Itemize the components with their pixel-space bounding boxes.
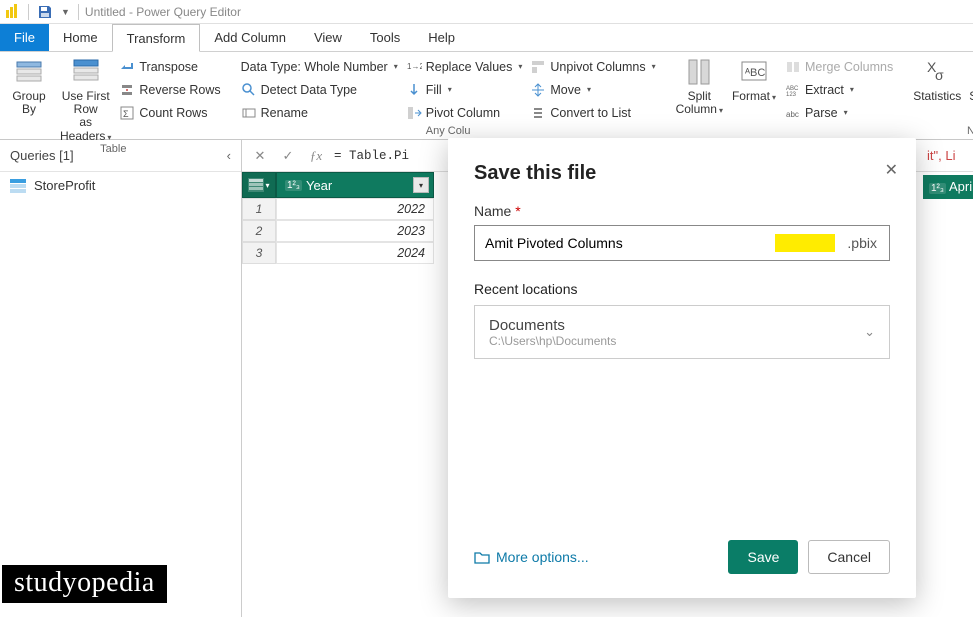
use-first-row-button[interactable]: Use First Row as Headers▾ — [60, 56, 111, 143]
cell[interactable]: 2024 — [276, 242, 434, 264]
group-label-table: Table — [0, 143, 227, 157]
collapse-panel-icon[interactable]: ‹ — [227, 148, 231, 163]
count-rows-button[interactable]: ΣCount Rows — [119, 102, 220, 123]
extract-button[interactable]: ABC123Extract▾ — [785, 79, 893, 100]
table-icon — [10, 179, 26, 193]
more-options-link[interactable]: More options... — [474, 549, 589, 565]
cancel-formula-icon[interactable]: ✕ — [250, 148, 270, 164]
query-item-storeprofit[interactable]: StoreProfit — [0, 172, 241, 199]
data-type-button[interactable]: Data Type: Whole Number▾ — [241, 56, 398, 77]
ribbon-group-table: Group By Use First Row as Headers▾ Trans… — [0, 52, 227, 139]
filename-input[interactable] — [475, 235, 775, 251]
statistics-button[interactable]: Χσ Statistics — [913, 56, 961, 103]
format-button[interactable]: ᴬBC Format▾ — [731, 56, 777, 103]
highlight-marker — [775, 234, 835, 252]
save-icon[interactable] — [37, 4, 53, 20]
tab-file[interactable]: File — [0, 24, 49, 51]
save-dialog: ✕ Save this file Name * .pbix Recent loc… — [448, 138, 916, 598]
name-label: Name * — [474, 203, 890, 219]
reverse-rows-button[interactable]: Reverse Rows — [119, 79, 220, 100]
tab-help[interactable]: Help — [414, 24, 469, 51]
queries-panel: Queries [1] ‹ StoreProfit — [0, 140, 242, 617]
table-icon — [248, 178, 264, 192]
transpose-button[interactable]: Transpose — [119, 56, 220, 77]
watermark: studyopedia — [2, 565, 167, 603]
unpivot-columns-button[interactable]: Unpivot Columns▾ — [530, 56, 655, 77]
menu-bar: File Home Transform Add Column View Tool… — [0, 24, 973, 52]
replace-values-button[interactable]: 1→2Replace Values▾ — [406, 56, 523, 77]
dialog-footer: More options... Save Cancel — [474, 540, 890, 574]
ribbon-group-any-column: Data Type: Whole Number▾ Detect Data Typ… — [235, 52, 662, 139]
ribbon: Group By Use First Row as Headers▾ Trans… — [0, 52, 973, 140]
row-number: 1 — [242, 198, 276, 220]
query-item-label: StoreProfit — [34, 178, 95, 193]
window-title: Untitled - Power Query Editor — [85, 5, 241, 19]
tab-home[interactable]: Home — [49, 24, 112, 51]
folder-icon — [474, 550, 490, 564]
svg-text:1→2: 1→2 — [407, 62, 422, 71]
chevron-down-icon: ⌄ — [864, 324, 875, 340]
accept-formula-icon[interactable]: ✓ — [278, 148, 298, 164]
svg-text:Σ: Σ — [123, 109, 129, 119]
right-strip: it", Li 1²₃April — [923, 140, 973, 199]
recent-locations-label: Recent locations — [474, 281, 890, 297]
group-label-any-column: Any Colu — [235, 125, 662, 139]
row-number: 2 — [242, 220, 276, 242]
standard-button[interactable]: Standard — [969, 56, 973, 103]
merge-columns-button[interactable]: Merge Columns — [785, 56, 893, 77]
svg-text:σ: σ — [935, 67, 944, 83]
ribbon-group-number: Χσ Statistics Standard 10 Scien Number — [907, 52, 973, 139]
fill-button[interactable]: Fill▾ — [406, 79, 523, 100]
split-column-button[interactable]: Split Column▾ — [676, 56, 723, 116]
move-button[interactable]: Move▾ — [530, 79, 655, 100]
cell[interactable]: 2022 — [276, 198, 434, 220]
file-extension: .pbix — [835, 235, 889, 251]
parse-button[interactable]: abcParse▾ — [785, 102, 893, 123]
group-label-number: Number — [907, 125, 973, 139]
group-by-button[interactable]: Group By — [6, 56, 52, 116]
fx-icon[interactable]: ƒx — [306, 148, 326, 164]
svg-text:ᴬBC: ᴬBC — [744, 67, 765, 79]
column-header-year[interactable]: 1²₃ Year ▾ — [276, 172, 434, 198]
grid-corner[interactable]: ▾ — [242, 172, 276, 198]
convert-to-list-button[interactable]: Convert to List — [530, 102, 655, 123]
type-whole-number-icon: 1²₃ — [285, 180, 302, 191]
app-icon — [4, 4, 20, 20]
location-name: Documents — [489, 317, 616, 334]
formula-text[interactable]: = Table.Pi — [334, 149, 409, 163]
filename-field-wrapper: .pbix — [474, 225, 890, 261]
cancel-button[interactable]: Cancel — [808, 540, 890, 574]
svg-text:abc: abc — [786, 110, 799, 119]
pivot-column-button[interactable]: Pivot Column — [406, 102, 523, 123]
tab-add-column[interactable]: Add Column — [200, 24, 300, 51]
row-number: 3 — [242, 242, 276, 264]
separator — [78, 4, 79, 20]
column-header-label: Year — [306, 178, 332, 193]
code-fragment: it", Li — [923, 140, 973, 171]
svg-text:123: 123 — [786, 92, 797, 98]
rename-button[interactable]: Rename — [241, 102, 398, 123]
separator — [28, 4, 29, 20]
detect-data-type-button[interactable]: Detect Data Type — [241, 79, 398, 100]
close-icon[interactable]: ✕ — [885, 160, 898, 180]
tab-view[interactable]: View — [300, 24, 356, 51]
tab-tools[interactable]: Tools — [356, 24, 414, 51]
ribbon-group-text: Split Column▾ ᴬBC Format▾ Merge Columns … — [670, 52, 900, 139]
title-bar: ▼ Untitled - Power Query Editor — [0, 0, 973, 24]
tab-transform[interactable]: Transform — [112, 24, 201, 52]
column-filter-icon[interactable]: ▾ — [413, 177, 429, 193]
location-path: C:\Users\hp\Documents — [489, 334, 616, 348]
column-header-april[interactable]: 1²₃April — [923, 175, 973, 199]
qat-dropdown[interactable]: ▼ — [61, 7, 70, 17]
dialog-title: Save this file — [474, 162, 890, 185]
location-documents[interactable]: Documents C:\Users\hp\Documents ⌄ — [474, 305, 890, 359]
cell[interactable]: 2023 — [276, 220, 434, 242]
save-button[interactable]: Save — [728, 540, 798, 574]
